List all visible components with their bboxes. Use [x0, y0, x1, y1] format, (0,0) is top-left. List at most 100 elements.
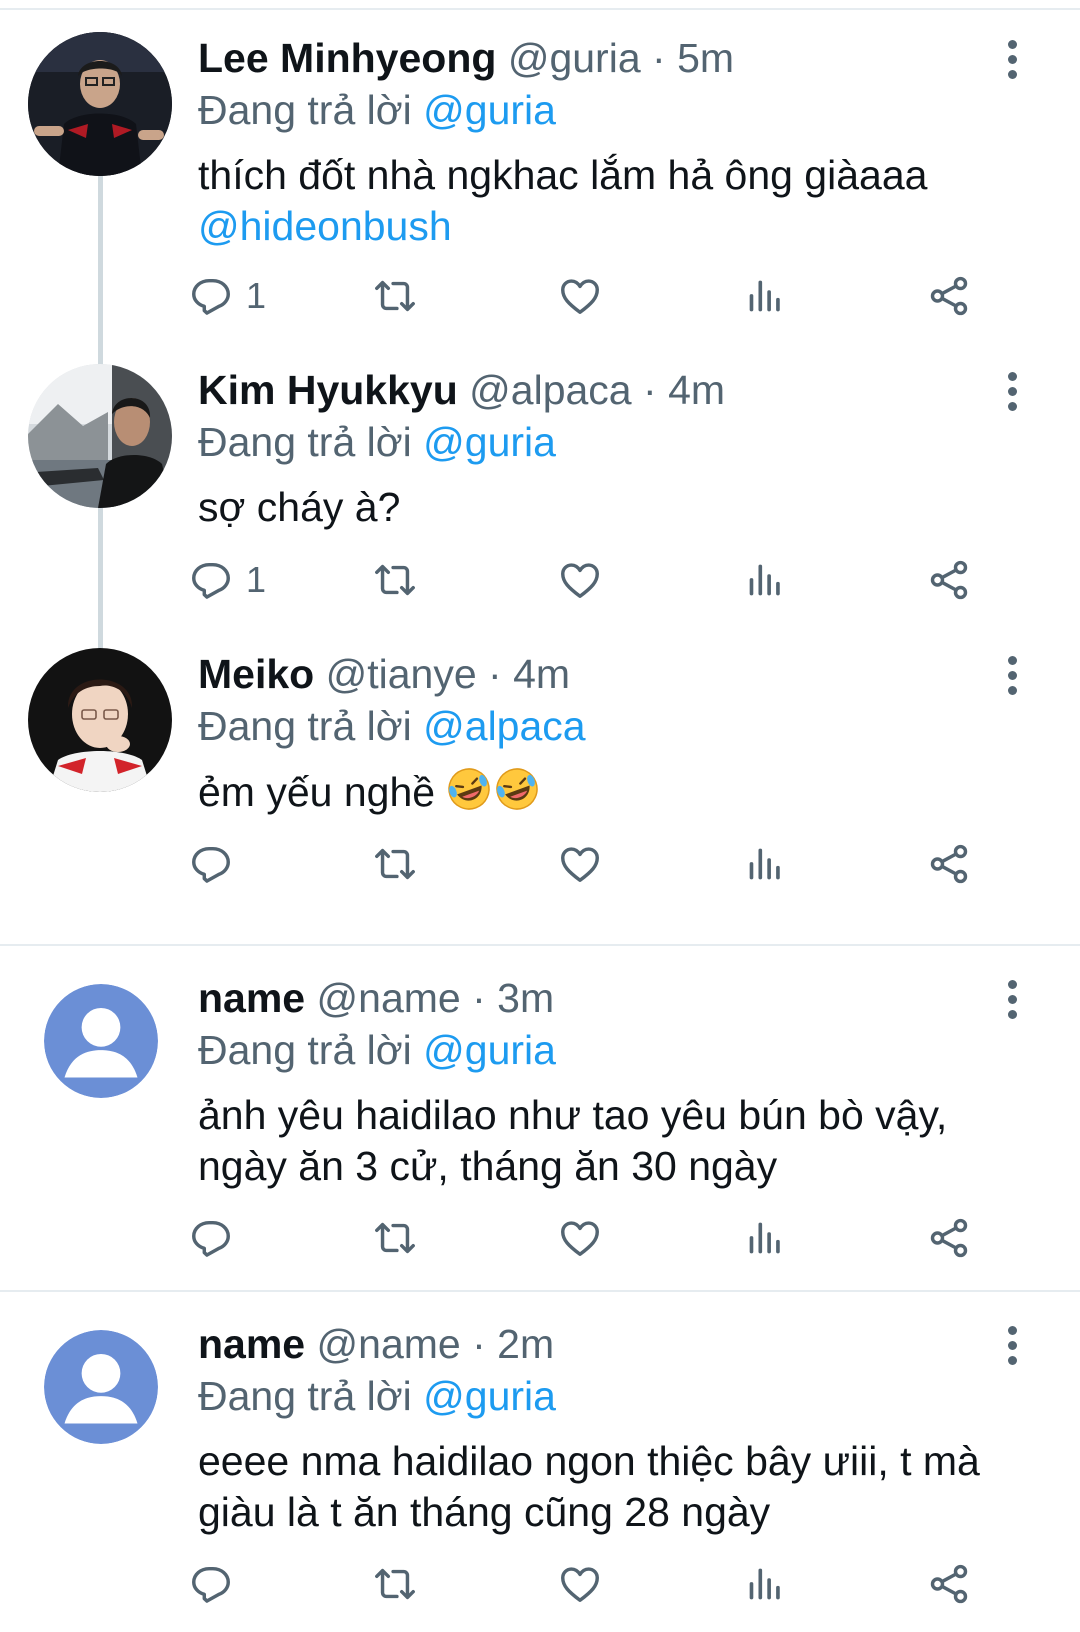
timestamp[interactable]: 2m	[497, 1321, 554, 1367]
replying-to-mention[interactable]: @guria	[423, 1373, 556, 1419]
views-button[interactable]	[742, 266, 788, 326]
analytics-bars-icon	[742, 1561, 788, 1607]
share-button[interactable]	[926, 550, 972, 610]
timestamp[interactable]: 3m	[497, 975, 554, 1021]
views-button[interactable]	[742, 1554, 788, 1614]
handle[interactable]: @tianye	[326, 651, 477, 697]
share-button[interactable]	[926, 266, 972, 326]
separator: ·	[631, 367, 669, 413]
views-button[interactable]	[742, 550, 788, 610]
separator: ·	[460, 1321, 498, 1367]
default-avatar[interactable]	[44, 984, 158, 1098]
replying-to-mention[interactable]: @guria	[423, 419, 556, 465]
retweet-button[interactable]	[372, 1554, 418, 1614]
action-bar	[198, 1208, 1028, 1268]
tweet-mention-link[interactable]: @hideonbush	[198, 201, 1038, 252]
reply-button[interactable]: 1	[188, 266, 266, 326]
display-name[interactable]: name	[198, 1321, 305, 1367]
display-name[interactable]: Lee Minhyeong	[198, 35, 496, 81]
more-vertical-icon[interactable]	[1004, 36, 1020, 90]
handle[interactable]: @name	[317, 975, 461, 1021]
share-button[interactable]	[926, 834, 972, 894]
action-bar: 1	[198, 266, 1028, 326]
replying-prefix: Đang trả lời	[198, 1027, 424, 1073]
heart-icon	[557, 1215, 603, 1261]
avatar[interactable]	[28, 32, 172, 176]
tweet-item[interactable]: name @name · 3m Đang trả lời @guria ảnh …	[0, 946, 1080, 1290]
more-vertical-icon[interactable]	[1004, 368, 1020, 422]
retweet-button[interactable]	[372, 1208, 418, 1268]
retweet-button[interactable]	[372, 550, 418, 610]
avatar[interactable]	[28, 648, 172, 792]
timestamp[interactable]: 4m	[513, 651, 570, 697]
reply-bubble-icon	[188, 557, 234, 603]
replying-to-mention[interactable]: @guria	[423, 87, 556, 133]
replying-prefix: Đang trả lời	[198, 703, 424, 749]
replying-to-mention[interactable]: @alpaca	[423, 703, 585, 749]
heart-icon	[557, 557, 603, 603]
action-bar	[198, 1554, 1028, 1614]
replying-to-mention[interactable]: @guria	[423, 1027, 556, 1073]
replying-prefix: Đang trả lời	[198, 87, 424, 133]
separator: ·	[640, 35, 678, 81]
views-button[interactable]	[742, 1208, 788, 1268]
share-icon	[926, 557, 972, 603]
retweet-button[interactable]	[372, 834, 418, 894]
replying-to: Đang trả lời @guria	[198, 1370, 556, 1422]
handle[interactable]: @alpaca	[469, 367, 631, 413]
avatar[interactable]	[28, 364, 172, 508]
tweet-text-line: ẻm yếu nghề	[198, 768, 436, 815]
display-name[interactable]: Kim Hyukkyu	[198, 367, 458, 413]
reply-count: 1	[246, 559, 267, 600]
more-vertical-icon[interactable]	[1004, 1322, 1020, 1376]
tweet-text-line: ngày ăn 3 cử, tháng ăn 30 ngày	[198, 1143, 778, 1189]
timestamp[interactable]: 4m	[668, 367, 725, 413]
handle[interactable]: @guria	[508, 35, 641, 81]
tweet-text-line: ảnh yêu haidilao như tao yêu bún bò vậy,	[198, 1092, 948, 1138]
display-name[interactable]: Meiko	[198, 651, 314, 697]
retweet-icon	[372, 273, 418, 319]
share-button[interactable]	[926, 1208, 972, 1268]
more-vertical-icon[interactable]	[1004, 976, 1020, 1030]
reply-button[interactable]	[188, 834, 234, 894]
tweet-item[interactable]: Lee Minhyeong @guria · 5m Đang trả lời @…	[0, 0, 1080, 366]
like-button[interactable]	[557, 550, 603, 610]
timestamp[interactable]: 5m	[677, 35, 734, 81]
share-button[interactable]	[926, 1554, 972, 1614]
share-icon	[926, 1215, 972, 1261]
reply-button[interactable]	[188, 1208, 234, 1268]
tweet-header: Lee Minhyeong @guria · 5m	[198, 32, 734, 84]
analytics-bars-icon	[742, 273, 788, 319]
like-button[interactable]	[557, 266, 603, 326]
like-button[interactable]	[557, 1554, 603, 1614]
display-name[interactable]: name	[198, 975, 305, 1021]
reply-bubble-icon	[188, 1215, 234, 1261]
heart-icon	[557, 1561, 603, 1607]
heart-icon	[557, 273, 603, 319]
rolling-on-floor-laughing-emoji	[446, 766, 542, 824]
tweet-text: ảnh yêu haidilao như tao yêu bún bò vậy,…	[198, 1090, 1038, 1192]
tweet-text-line: thích đốt nhà ngkhac lắm hả ông giàaaa	[198, 152, 928, 198]
reply-button[interactable]: 1	[188, 550, 266, 610]
more-vertical-icon[interactable]	[1004, 652, 1020, 706]
views-button[interactable]	[742, 834, 788, 894]
retweet-icon	[372, 1215, 418, 1261]
default-avatar[interactable]	[44, 1330, 158, 1444]
analytics-bars-icon	[742, 557, 788, 603]
tweet-text-line: eeee nma haidilao ngon thiệc bây ưiii, t…	[198, 1438, 980, 1484]
tweet-text: eeee nma haidilao ngon thiệc bây ưiii, t…	[198, 1436, 1038, 1538]
tweet-item[interactable]: Kim Hyukkyu @alpaca · 4m Đang trả lời @g…	[0, 332, 1080, 668]
retweet-button[interactable]	[372, 266, 418, 326]
separator: ·	[460, 975, 498, 1021]
tweet-item[interactable]: Meiko @tianye · 4m Đang trả lời @alpaca …	[0, 616, 1080, 942]
like-button[interactable]	[557, 1208, 603, 1268]
tweet-item[interactable]: name @name · 2m Đang trả lời @guria eeee…	[0, 1292, 1080, 1632]
handle[interactable]: @name	[317, 1321, 461, 1367]
retweet-icon	[372, 557, 418, 603]
share-icon	[926, 841, 972, 887]
tweet-text-line: giàu là t ăn tháng cũng 28 ngày	[198, 1489, 771, 1535]
like-button[interactable]	[557, 834, 603, 894]
reply-button[interactable]	[188, 1554, 234, 1614]
retweet-icon	[372, 841, 418, 887]
reply-bubble-icon	[188, 841, 234, 887]
